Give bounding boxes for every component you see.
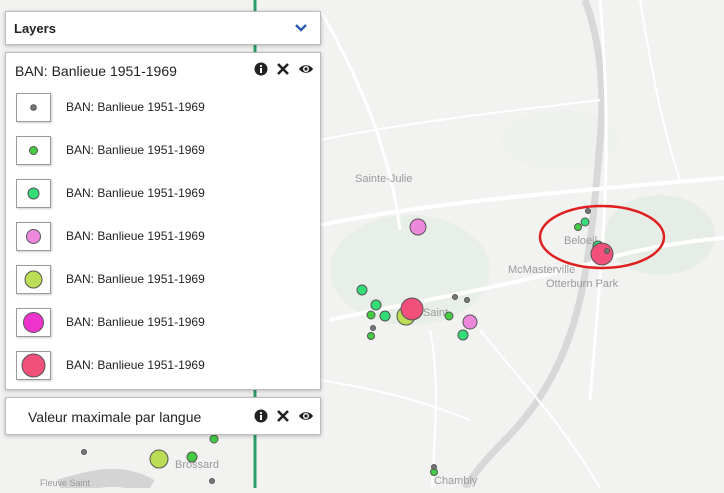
road	[639, 0, 681, 181]
legend-item[interactable]: BAN: Banlieue 1951-1969	[16, 305, 316, 339]
marker-gray[interactable]	[452, 294, 458, 300]
legend-item-label: BAN: Banlieue 1951-1969	[66, 315, 205, 329]
legend-swatch	[16, 179, 51, 208]
marker-small-green[interactable]	[444, 311, 454, 321]
marker-gray[interactable]	[604, 248, 610, 254]
layers-panel-header[interactable]: Layers	[5, 11, 321, 45]
legend-swatch	[16, 222, 51, 251]
info-icon[interactable]	[254, 409, 268, 423]
place-label-chambly: Chambly	[434, 475, 478, 487]
layer-panel-valeur-maximale[interactable]: Valeur maximale par langue	[5, 397, 321, 435]
info-icon[interactable]	[254, 62, 268, 76]
legend-item[interactable]: BAN: Banlieue 1951-1969	[16, 133, 316, 167]
marker-gray[interactable]	[464, 297, 470, 303]
legend-item-label: BAN: Banlieue 1951-1969	[66, 229, 205, 243]
marker-red[interactable]	[590, 242, 614, 266]
layer-title: Valeur maximale par langue	[28, 409, 202, 425]
legend-panel: BAN: Banlieue 1951-1969 BAN: Banlieue 19…	[5, 52, 321, 390]
marker-small-green[interactable]	[209, 434, 219, 444]
legend-item-label: BAN: Banlieue 1951-1969	[66, 100, 205, 114]
place-label-saint: Saint	[423, 307, 448, 319]
marker-small-green[interactable]	[186, 451, 198, 463]
layers-title: Layers	[14, 21, 56, 36]
legend-item[interactable]: BAN: Banlieue 1951-1969	[16, 90, 316, 124]
marker-gray[interactable]	[431, 464, 437, 470]
legend-item[interactable]: BAN: Banlieue 1951-1969	[16, 348, 316, 382]
legend-swatch	[16, 308, 51, 337]
marker-gray[interactable]	[209, 478, 215, 484]
marker-small-green[interactable]	[367, 332, 375, 340]
close-icon[interactable]	[276, 62, 290, 76]
layer-actions	[254, 409, 313, 423]
legend-item-label: BAN: Banlieue 1951-1969	[66, 186, 205, 200]
road	[479, 329, 601, 489]
legend-swatch	[16, 265, 51, 294]
marker-small-green[interactable]	[366, 310, 376, 320]
legend-swatch	[16, 93, 51, 122]
marker-pink[interactable]	[462, 314, 478, 330]
marker-small-green[interactable]	[574, 223, 582, 231]
place-label-mcmasterville: McMasterville	[508, 264, 575, 276]
road	[319, 379, 471, 421]
marker-green[interactable]	[580, 217, 590, 227]
legend-title: BAN: Banlieue 1951-1969	[15, 63, 177, 79]
marker-pink[interactable]	[409, 218, 427, 236]
marker-red[interactable]	[400, 297, 424, 321]
marker-green[interactable]	[356, 284, 368, 296]
legend-item[interactable]: BAN: Banlieue 1951-1969	[16, 176, 316, 210]
place-label-sainte-julie: Sainte-Julie	[355, 173, 412, 185]
marker-gray[interactable]	[370, 325, 376, 331]
highway	[318, 9, 402, 231]
eye-icon[interactable]	[298, 409, 313, 423]
marker-yellowgreen[interactable]	[149, 449, 169, 469]
marker-green[interactable]	[457, 329, 469, 341]
place-label-otterburn-park: Otterburn Park	[546, 278, 619, 290]
eye-icon[interactable]	[298, 62, 313, 76]
place-label-fleuve: Fleuve Saint	[40, 478, 91, 488]
chevron-down-icon[interactable]	[294, 21, 308, 33]
legend-item[interactable]: BAN: Banlieue 1951-1969	[16, 262, 316, 296]
marker-gray[interactable]	[81, 449, 87, 455]
marker-green[interactable]	[379, 310, 391, 322]
legend-item-label: BAN: Banlieue 1951-1969	[66, 143, 205, 157]
place-label-brossard: Brossard	[175, 459, 219, 471]
legend-item-label: BAN: Banlieue 1951-1969	[66, 272, 205, 286]
legend-swatch	[16, 351, 51, 380]
legend-swatch	[16, 136, 51, 165]
place-label-beloeil: Beloeil	[564, 235, 597, 247]
legend-actions	[254, 62, 313, 76]
marker-green[interactable]	[370, 299, 382, 311]
marker-gray[interactable]	[585, 208, 591, 214]
legend-item[interactable]: BAN: Banlieue 1951-1969	[16, 219, 316, 253]
legend-item-label: BAN: Banlieue 1951-1969	[66, 358, 205, 372]
close-icon[interactable]	[276, 409, 290, 423]
